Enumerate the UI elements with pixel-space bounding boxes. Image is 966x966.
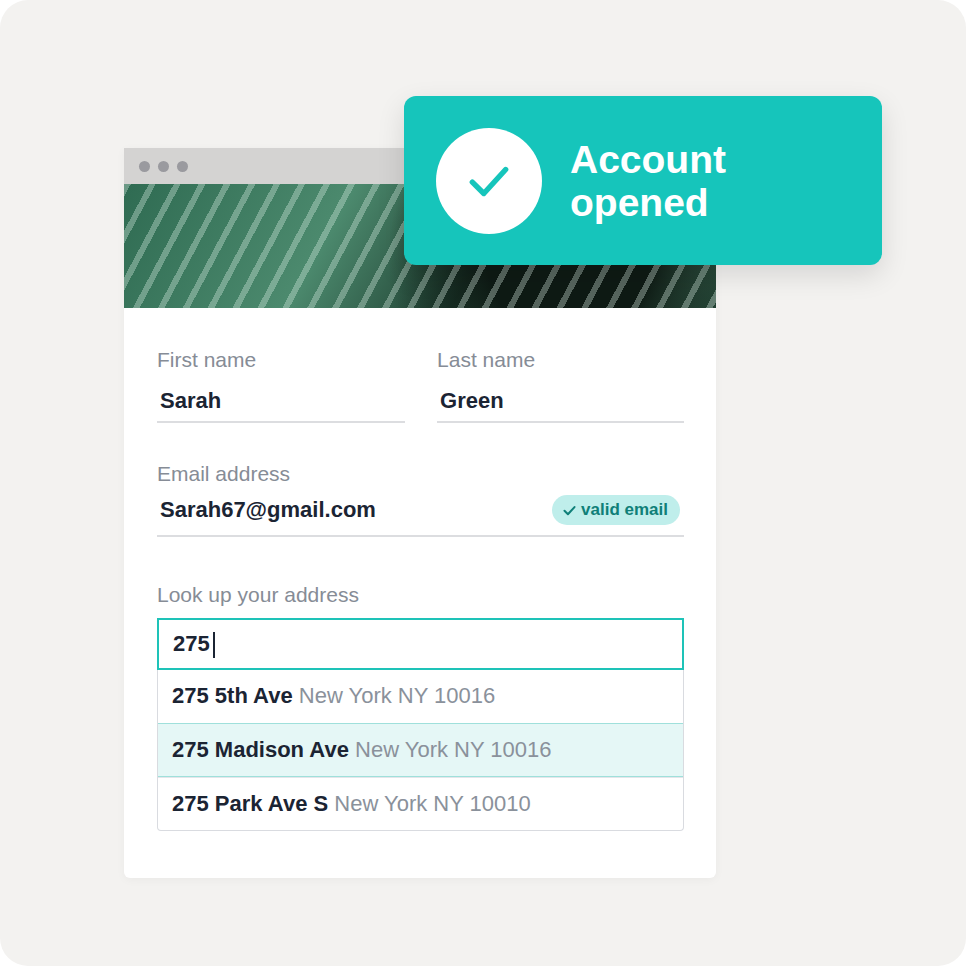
email-field: Email address Sarah67@gmail.com valid emai… [157,462,684,537]
suggestion-street: 275 Park Ave S [172,791,328,816]
suggestion-city: New York NY 10010 [334,791,531,816]
email-input[interactable]: Sarah67@gmail.com valid email [157,486,684,537]
success-toast: Account opened [404,96,882,265]
window-dot[interactable] [158,161,169,172]
toast-title: Account opened [570,138,800,224]
last-name-label: Last name [437,348,684,372]
email-value: Sarah67@gmail.com [160,497,376,523]
success-circle [436,128,542,234]
suggestion-city: New York NY 10016 [355,737,552,762]
first-name-field: First nameSarah [157,348,405,423]
address-label: Look up your address [157,583,684,607]
suggestion-item[interactable]: 275 5th Ave New York NY 10016 [158,670,683,723]
check-icon [562,503,577,518]
signup-form: First nameSarah Last nameGreen Email addre… [124,308,716,831]
window-dot[interactable] [177,161,188,172]
name-row: First nameSarah Last nameGreen [157,348,684,423]
suggestion-street: 275 5th Ave [172,683,293,708]
suggestion-street: 275 Madison Ave [172,737,349,762]
badge-text: valid email [581,499,668,521]
suggestion-item[interactable]: 275 Park Ave S New York NY 10010 [158,777,683,830]
check-icon [464,156,514,206]
valid-email-badge: valid email [552,495,680,525]
text-cursor [213,632,215,658]
address-lookup: Look up your address 275 275 5th Ave New Y… [157,583,684,831]
address-value: 275 [173,631,210,656]
first-name-input[interactable]: Sarah [157,372,405,423]
address-input[interactable]: 275 [157,618,684,670]
last-name-field: Last nameGreen [437,348,684,423]
first-name-label: First name [157,348,405,372]
suggestion-item[interactable]: 275 Madison Ave New York NY 10016 [158,723,683,777]
suggestion-city: New York NY 10016 [299,683,496,708]
canvas: First nameSarah Last nameGreen Email addre… [0,0,966,966]
suggestion-list: 275 5th Ave New York NY 10016275 Madison… [157,670,684,831]
last-name-input[interactable]: Green [437,372,684,423]
email-label: Email address [157,462,684,486]
window-dot[interactable] [139,161,150,172]
